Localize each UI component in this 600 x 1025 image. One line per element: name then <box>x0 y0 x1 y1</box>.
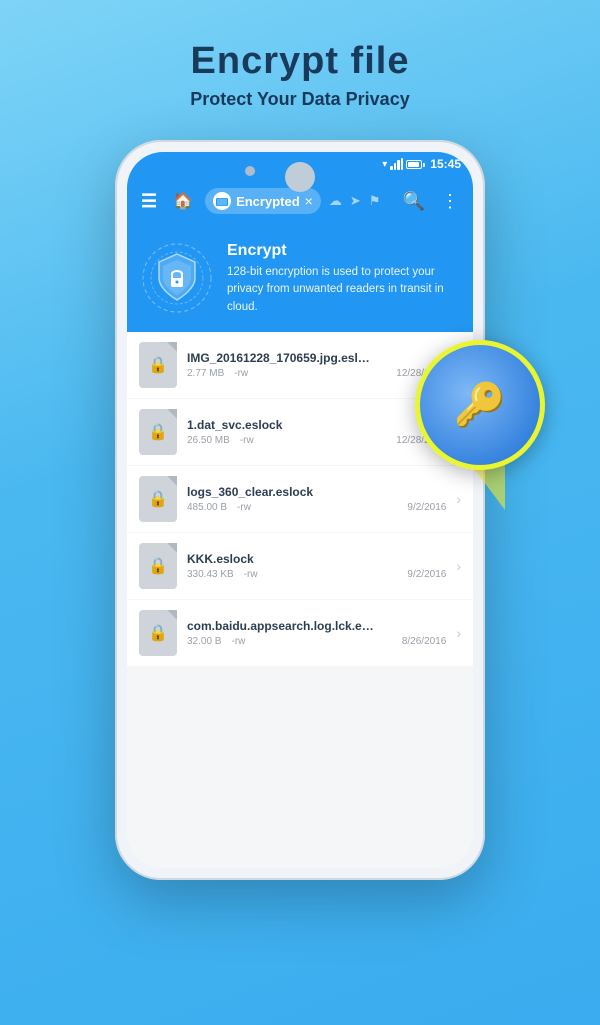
bookmark-icon: ⚑ <box>369 193 381 209</box>
file-date: 8/26/2016 <box>402 636 447 647</box>
file-info: IMG_20161228_170659.jpg.eslock 2.77 MB -… <box>187 351 446 379</box>
chip-close-button[interactable]: × <box>305 193 313 209</box>
file-icon: 🔒 <box>139 476 177 522</box>
file-info: KKK.eslock 330.43 KB -rw 9/2/2016 <box>187 552 446 580</box>
folder-chip-label: Encrypted <box>236 194 300 209</box>
file-name: 1.dat_svc.eslock <box>187 418 377 432</box>
file-perm: -rw <box>240 435 254 446</box>
file-perm: -rw <box>244 569 258 580</box>
folder-svg <box>216 196 228 206</box>
file-icon: 🔒 <box>139 342 177 388</box>
banner-text: Encrypt 128-bit encryption is used to pr… <box>227 242 459 316</box>
file-perm: -rw <box>234 368 248 379</box>
signal-bars <box>390 158 403 170</box>
signal-bar-3 <box>397 160 400 170</box>
phone-speaker <box>285 162 315 192</box>
file-info: 1.dat_svc.eslock 26.50 MB -rw 12/28/2016 <box>187 418 446 446</box>
battery-icon <box>406 160 422 169</box>
file-size: 32.00 B <box>187 636 221 647</box>
file-size: 330.43 KB <box>187 569 234 580</box>
file-name: KKK.eslock <box>187 552 377 566</box>
file-more-button[interactable]: › <box>456 625 461 641</box>
status-icons: ▾ <box>382 158 422 170</box>
cloud-icon: ☁ <box>329 193 342 209</box>
file-icon: 🔒 <box>139 409 177 455</box>
file-icon: 🔒 <box>139 543 177 589</box>
file-name: logs_360_clear.eslock <box>187 485 377 499</box>
app-header: Encrypt file Protect Your Data Privacy <box>190 40 409 110</box>
app-screen: ▾ 15:45 <box>127 152 473 868</box>
status-time: 15:45 <box>430 157 461 171</box>
send-icon: ➤ <box>350 193 361 209</box>
file-meta: 485.00 B -rw 9/2/2016 <box>187 502 446 513</box>
file-name: IMG_20161228_170659.jpg.eslock <box>187 351 377 365</box>
signal-bar-4 <box>401 158 404 170</box>
banner-title: Encrypt <box>227 242 459 260</box>
lock-icon: 🔒 <box>148 556 168 576</box>
lock-icon: 🔒 <box>148 489 168 509</box>
file-perm: -rw <box>237 502 251 513</box>
lock-icon: 🔒 <box>148 355 168 375</box>
file-name: com.baidu.appsearch.log.lck.eslock <box>187 619 377 633</box>
file-list-item[interactable]: 🔒 KKK.eslock 330.43 KB -rw 9/2/2016 › <box>127 533 473 599</box>
wifi-icon: ▾ <box>382 159 387 170</box>
file-list-item[interactable]: 🔒 com.baidu.appsearch.log.lck.eslock 32.… <box>127 600 473 666</box>
phone-mockup: ▾ 15:45 <box>115 140 485 880</box>
app-subtitle: Protect Your Data Privacy <box>190 89 409 110</box>
phone-screen: ▾ 15:45 <box>127 152 473 868</box>
file-list-item[interactable]: 🔒 logs_360_clear.eslock 485.00 B -rw 9/2… <box>127 466 473 532</box>
file-meta: 330.43 KB -rw 9/2/2016 <box>187 569 446 580</box>
folder-icon <box>213 192 231 210</box>
encrypt-banner: Encrypt 128-bit encryption is used to pr… <box>127 226 473 332</box>
app-title: Encrypt file <box>190 40 409 83</box>
file-size: 26.50 MB <box>187 435 230 446</box>
file-icon: 🔒 <box>139 610 177 656</box>
signal-bar-1 <box>390 166 393 170</box>
banner-description: 128-bit encryption is used to protect yo… <box>227 264 459 316</box>
more-options-button[interactable]: ⋮ <box>437 187 463 216</box>
lock-icon: 🔒 <box>148 422 168 442</box>
shield-graphic <box>141 242 213 314</box>
file-size: 485.00 B <box>187 502 227 513</box>
file-date: 9/2/2016 <box>407 502 446 513</box>
file-meta: 32.00 B -rw 8/26/2016 <box>187 636 446 647</box>
home-button[interactable]: 🏠 <box>169 187 197 215</box>
search-button[interactable]: 🔍 <box>399 187 429 216</box>
file-info: com.baidu.appsearch.log.lck.eslock 32.00… <box>187 619 446 647</box>
menu-button[interactable]: ☰ <box>137 188 161 214</box>
keyhole-icon: 🔑 <box>454 381 506 430</box>
phone-frame: ▾ 15:45 <box>115 140 485 880</box>
file-perm: -rw <box>231 636 245 647</box>
file-info: logs_360_clear.eslock 485.00 B -rw 9/2/2… <box>187 485 446 513</box>
signal-bar-2 <box>394 163 397 170</box>
file-date: 9/2/2016 <box>407 569 446 580</box>
lock-overlay: 🔑 <box>415 340 545 470</box>
phone-sensor <box>245 166 255 176</box>
file-meta: 2.77 MB -rw 12/28/2016 <box>187 368 446 379</box>
lock-icon: 🔒 <box>148 623 168 643</box>
file-meta: 26.50 MB -rw 12/28/2016 <box>187 435 446 446</box>
file-more-button[interactable]: › <box>456 558 461 574</box>
folder-chip[interactable]: Encrypted × <box>205 188 321 214</box>
file-size: 2.77 MB <box>187 368 224 379</box>
battery-fill <box>408 162 419 167</box>
